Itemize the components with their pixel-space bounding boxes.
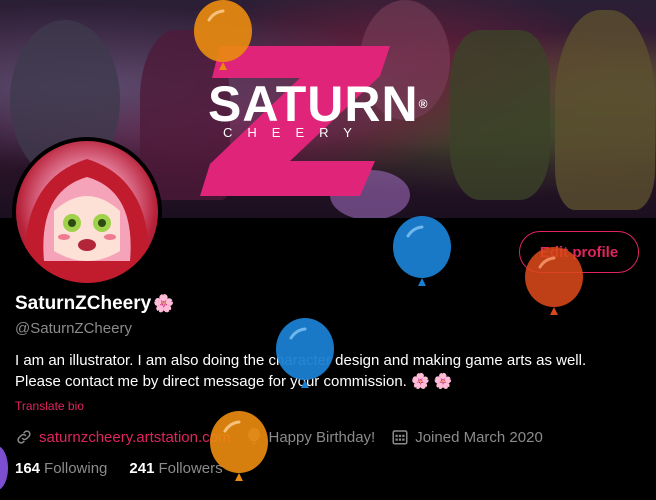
- balloon-blue-1: [393, 216, 451, 286]
- logo-title: SATURN®: [208, 76, 429, 132]
- display-name-text: SaturnZCheery: [15, 293, 152, 314]
- link-icon: [17, 430, 31, 444]
- following-count: 164: [15, 460, 41, 477]
- display-name: SaturnZCheery 🌸: [15, 293, 174, 315]
- logo-subtitle: CHEERY: [223, 125, 367, 140]
- avatar-illustration: [24, 159, 150, 283]
- translate-bio-link[interactable]: Translate bio: [15, 399, 84, 413]
- handle: @SaturnZCheery: [15, 320, 132, 337]
- calendar-icon: [392, 430, 408, 445]
- joined-item: Joined March 2020: [391, 428, 543, 446]
- website-item[interactable]: saturnzcheery.artstation.com: [15, 428, 230, 446]
- avatar[interactable]: [12, 137, 162, 287]
- side-avatar-fragment: [0, 446, 8, 490]
- followers-count: 241: [129, 460, 155, 477]
- balloon-blue-2: [276, 318, 334, 388]
- banner-character-5: [555, 10, 655, 210]
- joined-text: Joined March 2020: [415, 428, 543, 446]
- balloon-orange-top: [194, 0, 252, 70]
- following-stat[interactable]: 164 Following: [15, 460, 107, 477]
- balloon-red: [525, 247, 583, 315]
- following-label: Following: [44, 460, 108, 477]
- flower-emoji: 🌸: [153, 294, 175, 313]
- balloon-orange-bottom: [210, 411, 268, 481]
- birthday-text: Happy Birthday!: [268, 428, 376, 446]
- website-link[interactable]: saturnzcheery.artstation.com: [39, 429, 230, 446]
- profile-meta: saturnzcheery.artstation.com Happy Birth…: [15, 427, 559, 447]
- banner-character-4: [450, 30, 550, 200]
